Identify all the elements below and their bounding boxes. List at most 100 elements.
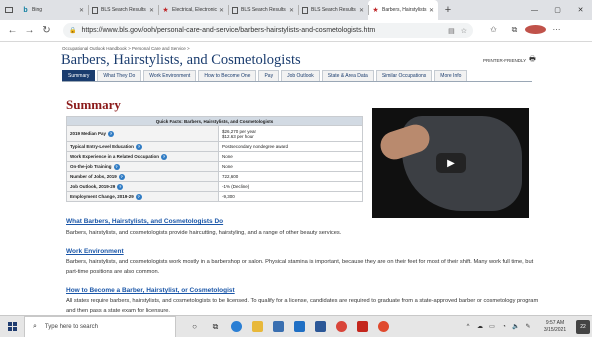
tab-similar-occupations[interactable]: Similar Occupations xyxy=(375,70,433,81)
document-icon xyxy=(302,6,308,14)
chrome-icon[interactable] xyxy=(331,316,352,337)
quick-facts-label: Number of Jobs, 2019? xyxy=(66,171,219,182)
close-window-button[interactable]: ✕ xyxy=(569,0,592,20)
browser-tab-3[interactable]: ★ Electrical, Electronic ✕ xyxy=(158,0,228,20)
breadcrumb-separator: > xyxy=(128,46,131,51)
close-tab-icon[interactable]: ✕ xyxy=(429,7,434,14)
quick-facts-label: 2019 Median Pay? xyxy=(66,125,219,142)
reader-view-icon[interactable]: ▤ xyxy=(448,27,455,35)
breadcrumb-separator: > xyxy=(187,46,190,51)
tab-summary[interactable]: Summary xyxy=(62,70,96,81)
clock[interactable]: 9:57 AM 3/15/2021 xyxy=(534,320,576,333)
row-label: Job Outlook, 2019-29 xyxy=(70,183,116,189)
lock-icon[interactable]: 🔒 xyxy=(69,27,76,34)
taskbar: ⌕ Type here to search ○ ⧉ ^ ☁ ▭ ◔ 🔈 ✎ 9:… xyxy=(0,315,592,337)
battery-icon[interactable]: ▭ xyxy=(486,323,498,330)
taskbar-search-box[interactable]: ⌕ Type here to search xyxy=(24,315,176,337)
edge-icon[interactable] xyxy=(226,316,247,337)
search-icon: ⌕ xyxy=(33,322,37,330)
start-button[interactable] xyxy=(0,316,24,337)
row-label: Work Experience in a Related Occupation xyxy=(70,153,159,159)
collections-icon[interactable]: ⧉ xyxy=(504,25,525,36)
row-label: On-the-job Training xyxy=(70,163,112,169)
info-icon[interactable]: ? xyxy=(135,193,142,200)
browser-tab-4[interactable]: BLS Search Results ✕ xyxy=(228,0,298,20)
web-page: Occupational Outlook Handbook > Personal… xyxy=(0,43,592,315)
play-icon[interactable]: ▶ xyxy=(436,153,466,173)
close-tab-icon[interactable]: ✕ xyxy=(219,7,224,14)
close-tab-icon[interactable]: ✕ xyxy=(359,7,364,14)
section-text-what-they-do: Barbers, hairstylists, and cosmetologist… xyxy=(66,230,342,236)
printer-friendly-link[interactable]: PRINTER-FRIENDLY 🖶 xyxy=(483,55,536,66)
info-icon[interactable]: ? xyxy=(117,183,124,190)
more-icon[interactable]: ⋯ xyxy=(546,25,567,36)
acrobat-icon[interactable] xyxy=(352,316,373,337)
volume-icon[interactable]: 🔈 xyxy=(510,323,522,330)
tab-job-outlook[interactable]: Job Outlook xyxy=(281,70,320,81)
info-icon[interactable]: ? xyxy=(135,143,142,150)
pen-icon[interactable]: ✎ xyxy=(522,323,534,330)
quick-facts-label: Employment Change, 2019-29? xyxy=(66,191,219,202)
new-tab-button[interactable]: + xyxy=(438,0,458,20)
favorite-star-icon[interactable]: ☆ xyxy=(461,27,467,35)
tab-title: Bing xyxy=(32,7,43,13)
close-tab-icon[interactable]: ✕ xyxy=(149,7,154,14)
back-icon[interactable]: ← xyxy=(4,25,21,36)
cortana-icon[interactable]: ○ xyxy=(184,316,205,337)
media-player-icon[interactable] xyxy=(373,316,394,337)
show-hidden-icons-icon[interactable]: ^ xyxy=(462,324,474,330)
quick-facts-value: None xyxy=(218,151,363,162)
tab-pay[interactable]: Pay xyxy=(258,70,280,81)
tab-how-to-become-one[interactable]: How to Become One xyxy=(198,70,257,81)
info-icon[interactable]: ? xyxy=(108,130,115,137)
outlook-icon[interactable] xyxy=(289,316,310,337)
cloud-icon[interactable]: ☁ xyxy=(474,323,486,330)
word-icon[interactable] xyxy=(310,316,331,337)
table-row: On-the-job Training? None xyxy=(66,161,363,172)
quick-facts-value: Postsecondary nondegree award xyxy=(218,141,363,152)
browser-tab-5[interactable]: BLS Search Results ✕ xyxy=(298,0,368,20)
store-icon[interactable] xyxy=(268,316,289,337)
tab-more-info[interactable]: More Info xyxy=(434,70,468,81)
notification-center-icon[interactable]: 22 xyxy=(576,319,590,334)
toolbar-icons: ✩ ⧉ ⋯ xyxy=(483,25,567,36)
video-player[interactable]: ▶ xyxy=(372,108,529,218)
section-heading-what-they-do[interactable]: What Barbers, Hairstylists, and Cosmetol… xyxy=(66,218,223,225)
printer-label[interactable]: PRINTER-FRIENDLY xyxy=(483,58,526,63)
favorites-icon[interactable]: ✩ xyxy=(483,25,504,36)
printer-icon[interactable]: 🖶 xyxy=(529,55,536,66)
profile-avatar[interactable] xyxy=(525,25,546,36)
tab-actions-icon[interactable] xyxy=(0,0,18,20)
row-value-secondary: $12.63 per hour xyxy=(222,133,254,139)
maximize-button[interactable]: ▢ xyxy=(546,0,569,20)
bls-logo-icon: ★ xyxy=(372,6,379,14)
breadcrumb-link-personal-care[interactable]: Personal Care and Service xyxy=(132,46,186,51)
info-icon[interactable]: ? xyxy=(160,153,167,160)
refresh-icon[interactable]: ↻ xyxy=(38,25,55,36)
section-heading-how-to-become[interactable]: How to Become a Barber, Hairstylist, or … xyxy=(66,287,235,294)
tab-what-they-do[interactable]: What They Do xyxy=(97,70,142,81)
address-bar[interactable]: 🔒 https://www.bls.gov/ooh/personal-care-… xyxy=(63,23,473,38)
info-icon[interactable]: ? xyxy=(113,163,120,170)
quick-facts-value: 722,600 xyxy=(218,171,363,182)
network-icon[interactable]: ◔ xyxy=(498,324,510,330)
url-text[interactable]: https://www.bls.gov/ooh/personal-care-an… xyxy=(81,27,442,34)
tab-title: Barbers, Hairstylists xyxy=(382,7,427,13)
row-label: Employment Change, 2019-29 xyxy=(70,193,134,199)
clock-date: 3/15/2021 xyxy=(543,326,567,333)
close-tab-icon[interactable]: ✕ xyxy=(289,7,294,14)
file-explorer-icon[interactable] xyxy=(247,316,268,337)
section-text-how-to-become: All states require barbers, hairstylists… xyxy=(66,298,539,314)
close-tab-icon[interactable]: ✕ xyxy=(79,7,84,14)
browser-tab-6[interactable]: ★ Barbers, Hairstylists ✕ xyxy=(368,0,438,20)
section-heading-work-environment[interactable]: Work Environment xyxy=(66,248,124,255)
minimize-button[interactable]: — xyxy=(523,0,546,20)
info-icon[interactable]: ? xyxy=(118,173,125,180)
browser-tab-2[interactable]: BLS Search Results ✕ xyxy=(88,0,158,20)
tab-work-environment[interactable]: Work Environment xyxy=(143,70,197,81)
task-view-icon[interactable]: ⧉ xyxy=(205,316,226,337)
breadcrumb-link-ooh[interactable]: Occupational Outlook Handbook xyxy=(62,46,127,51)
tab-state-area-data[interactable]: State & Area Data xyxy=(321,70,374,81)
forward-icon[interactable]: → xyxy=(21,25,38,36)
browser-tab-1[interactable]: b Bing ✕ xyxy=(18,0,88,20)
